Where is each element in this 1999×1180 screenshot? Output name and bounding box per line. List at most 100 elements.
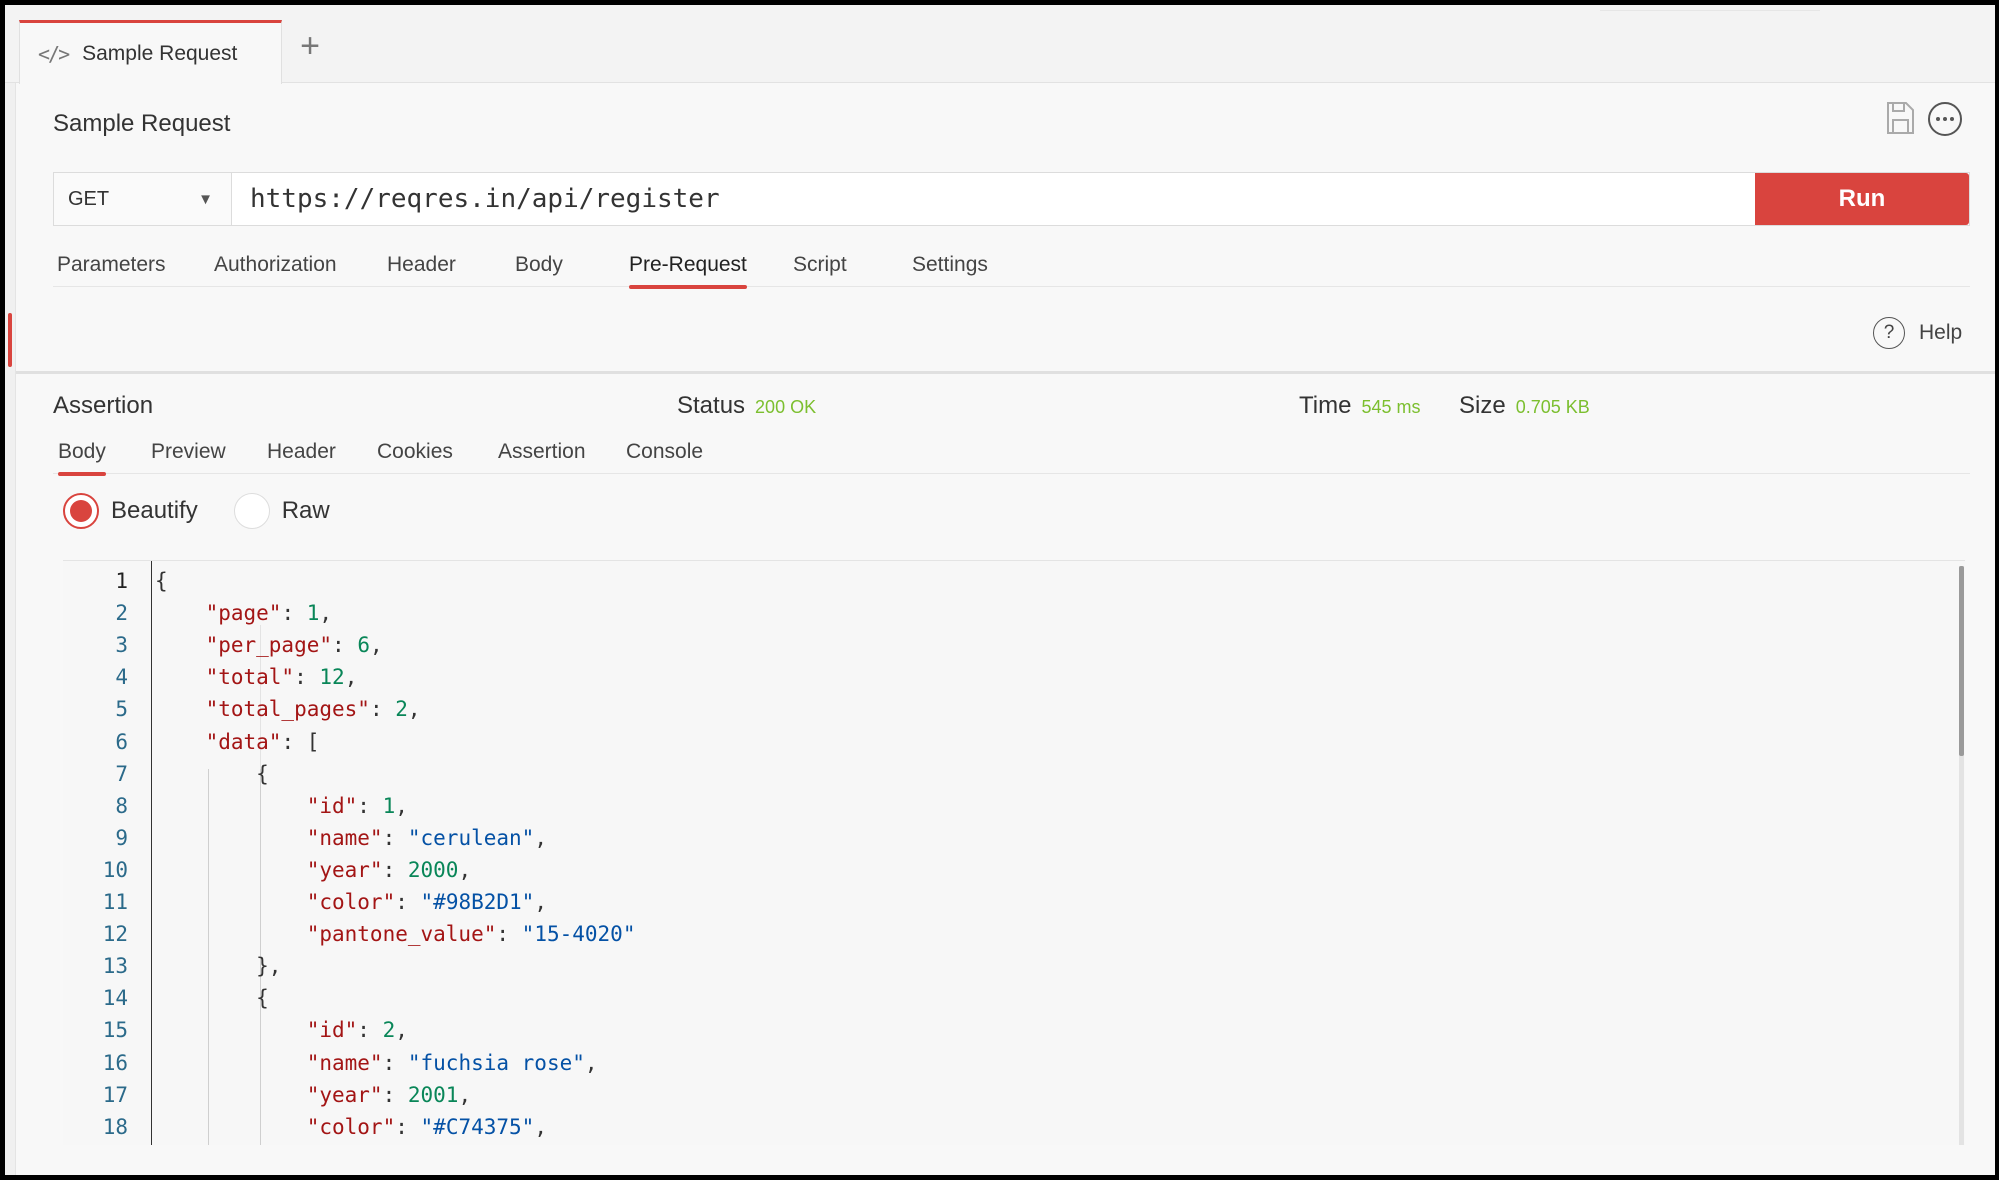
code-line: 2 "page": 1,	[63, 597, 1943, 629]
code-icon: </>	[38, 41, 70, 66]
scrollbar-thumb[interactable]	[1959, 566, 1964, 756]
line-number: 16	[102, 1050, 128, 1075]
help-icon: ?	[1873, 317, 1905, 349]
request-tabs: Parameters Authorization Header Body Pre…	[53, 245, 1970, 289]
time-stat: Time 545 ms	[1299, 392, 1420, 420]
response-tab-preview[interactable]: Preview	[151, 440, 226, 474]
response-tab-assertion[interactable]: Assertion	[498, 440, 586, 474]
code-text: "color": "#98B2D1",	[306, 890, 547, 914]
status-stat: Status 200 OK	[677, 392, 816, 420]
size-label: Size	[1459, 392, 1506, 419]
raw-label: Raw	[281, 497, 330, 524]
tab-script[interactable]: Script	[793, 253, 847, 287]
code-text: "total": 12,	[205, 665, 358, 690]
line-number: 15	[102, 1018, 128, 1043]
code-text: "id": 2,	[306, 1018, 408, 1043]
save-icon[interactable]	[1885, 101, 1915, 135]
url-input[interactable]	[232, 173, 1755, 225]
line-number: 11	[102, 890, 128, 914]
line-number: 3	[115, 633, 128, 658]
help-label: Help	[1919, 321, 1963, 344]
code-text: "year": 2000,	[306, 857, 472, 882]
status-value: 200 OK	[755, 397, 817, 417]
method-select[interactable]: GET ▼	[54, 173, 232, 225]
code-text: "id": 1,	[306, 793, 408, 818]
code-text: "page": 1,	[205, 601, 333, 626]
tab-body[interactable]: Body	[515, 253, 563, 287]
tab-label: Sample Request	[82, 41, 238, 65]
raw-radio[interactable]	[233, 493, 270, 529]
code-line: 9 "name": "cerulean",	[63, 822, 1943, 854]
status-label: Status	[677, 392, 746, 419]
more-options-icon[interactable]	[1927, 101, 1963, 137]
code-text: "name": "cerulean",	[306, 825, 547, 850]
line-number: 18	[102, 1114, 128, 1139]
beautify-radio[interactable]	[63, 493, 99, 529]
code-text: "year": 2001,	[306, 1082, 472, 1107]
code-line: 16 "name": "fuchsia rose",	[63, 1047, 1943, 1079]
code-line: 12 "pantone_value": "15-4020"	[63, 918, 1943, 950]
response-tab-console[interactable]: Console	[626, 440, 703, 474]
code-text: "data": [	[205, 729, 320, 754]
tab-pre-request[interactable]: Pre-Request	[629, 253, 747, 289]
pane-divider[interactable]	[16, 371, 1995, 374]
line-number: 10	[102, 857, 128, 882]
chevron-down-icon: ▼	[198, 190, 213, 208]
request-title: Sample Request	[53, 110, 231, 137]
tab-strip: </> Sample Request +	[5, 5, 1995, 84]
response-title: Assertion	[53, 392, 154, 419]
tab-parameters[interactable]: Parameters	[57, 253, 166, 287]
help-link[interactable]: ? Help	[1873, 317, 1962, 349]
code-line: 11 "color": "#98B2D1",	[63, 886, 1943, 918]
response-code-editor[interactable]: 1{2 "page": 1, 3 "per_page": 6, 4 "total":…	[63, 560, 1965, 1145]
add-tab-icon[interactable]: +	[293, 29, 327, 65]
run-button[interactable]: Run	[1755, 173, 1969, 225]
editor-scrollbar[interactable]	[1959, 566, 1964, 1145]
size-value: 0.705 KB	[1515, 397, 1590, 417]
code-text: "pantone_value": "15-4020"	[306, 922, 636, 947]
time-value: 545 ms	[1361, 397, 1421, 417]
response-tab-header[interactable]: Header	[267, 440, 336, 474]
response-tabs: Body Preview Header Cookies Assertion Co…	[53, 430, 1970, 476]
line-number: 8	[115, 793, 128, 818]
line-number: 9	[115, 825, 128, 850]
code-line: 15 "id": 2,	[63, 1014, 1943, 1046]
sidebar-marker	[8, 313, 12, 367]
code-line: 17 "year": 2001,	[63, 1079, 1943, 1111]
top-divider	[1600, 5, 1820, 11]
code-text: "name": "fuchsia rose",	[306, 1050, 598, 1075]
line-number: 2	[115, 601, 128, 626]
url-bar: GET ▼ Run	[53, 172, 1970, 226]
code-text: {	[155, 986, 269, 1011]
code-text: },	[155, 954, 282, 979]
code-text: "per_page": 6,	[205, 633, 383, 658]
tab-sample-request[interactable]: </> Sample Request	[19, 20, 282, 84]
code-line: 4 "total": 12,	[63, 661, 1943, 693]
code-line: 6 "data": [	[63, 726, 1943, 758]
line-number: 17	[102, 1082, 128, 1107]
code-text: "total_pages": 2,	[205, 697, 421, 722]
line-number: 1	[115, 569, 128, 593]
line-number: 13	[102, 954, 128, 979]
code-line: 3 "per_page": 6,	[63, 629, 1943, 661]
code-text: {	[155, 569, 168, 593]
app-window: </> Sample Request + Sample Request GET …	[5, 5, 1995, 1175]
method-value: GET	[68, 187, 110, 210]
tab-settings[interactable]: Settings	[912, 253, 988, 287]
code-line: 13 },	[63, 950, 1943, 982]
view-mode-group: Beautify Raw	[63, 493, 366, 529]
time-label: Time	[1299, 392, 1352, 419]
size-stat: Size 0.705 KB	[1459, 392, 1590, 420]
response-tab-body[interactable]: Body	[58, 440, 106, 476]
response-tab-cookies[interactable]: Cookies	[377, 440, 453, 474]
line-number: 7	[115, 761, 128, 786]
line-number: 5	[115, 697, 128, 722]
line-number: 14	[102, 986, 128, 1011]
line-number: 4	[115, 665, 128, 690]
tab-header[interactable]: Header	[387, 253, 456, 287]
line-number: 6	[115, 729, 128, 754]
tab-authorization[interactable]: Authorization	[214, 253, 337, 287]
left-sidebar-edge	[5, 83, 16, 1175]
code-text: "color": "#C74375",	[306, 1114, 547, 1139]
code-line: 8 "id": 1,	[63, 790, 1943, 822]
